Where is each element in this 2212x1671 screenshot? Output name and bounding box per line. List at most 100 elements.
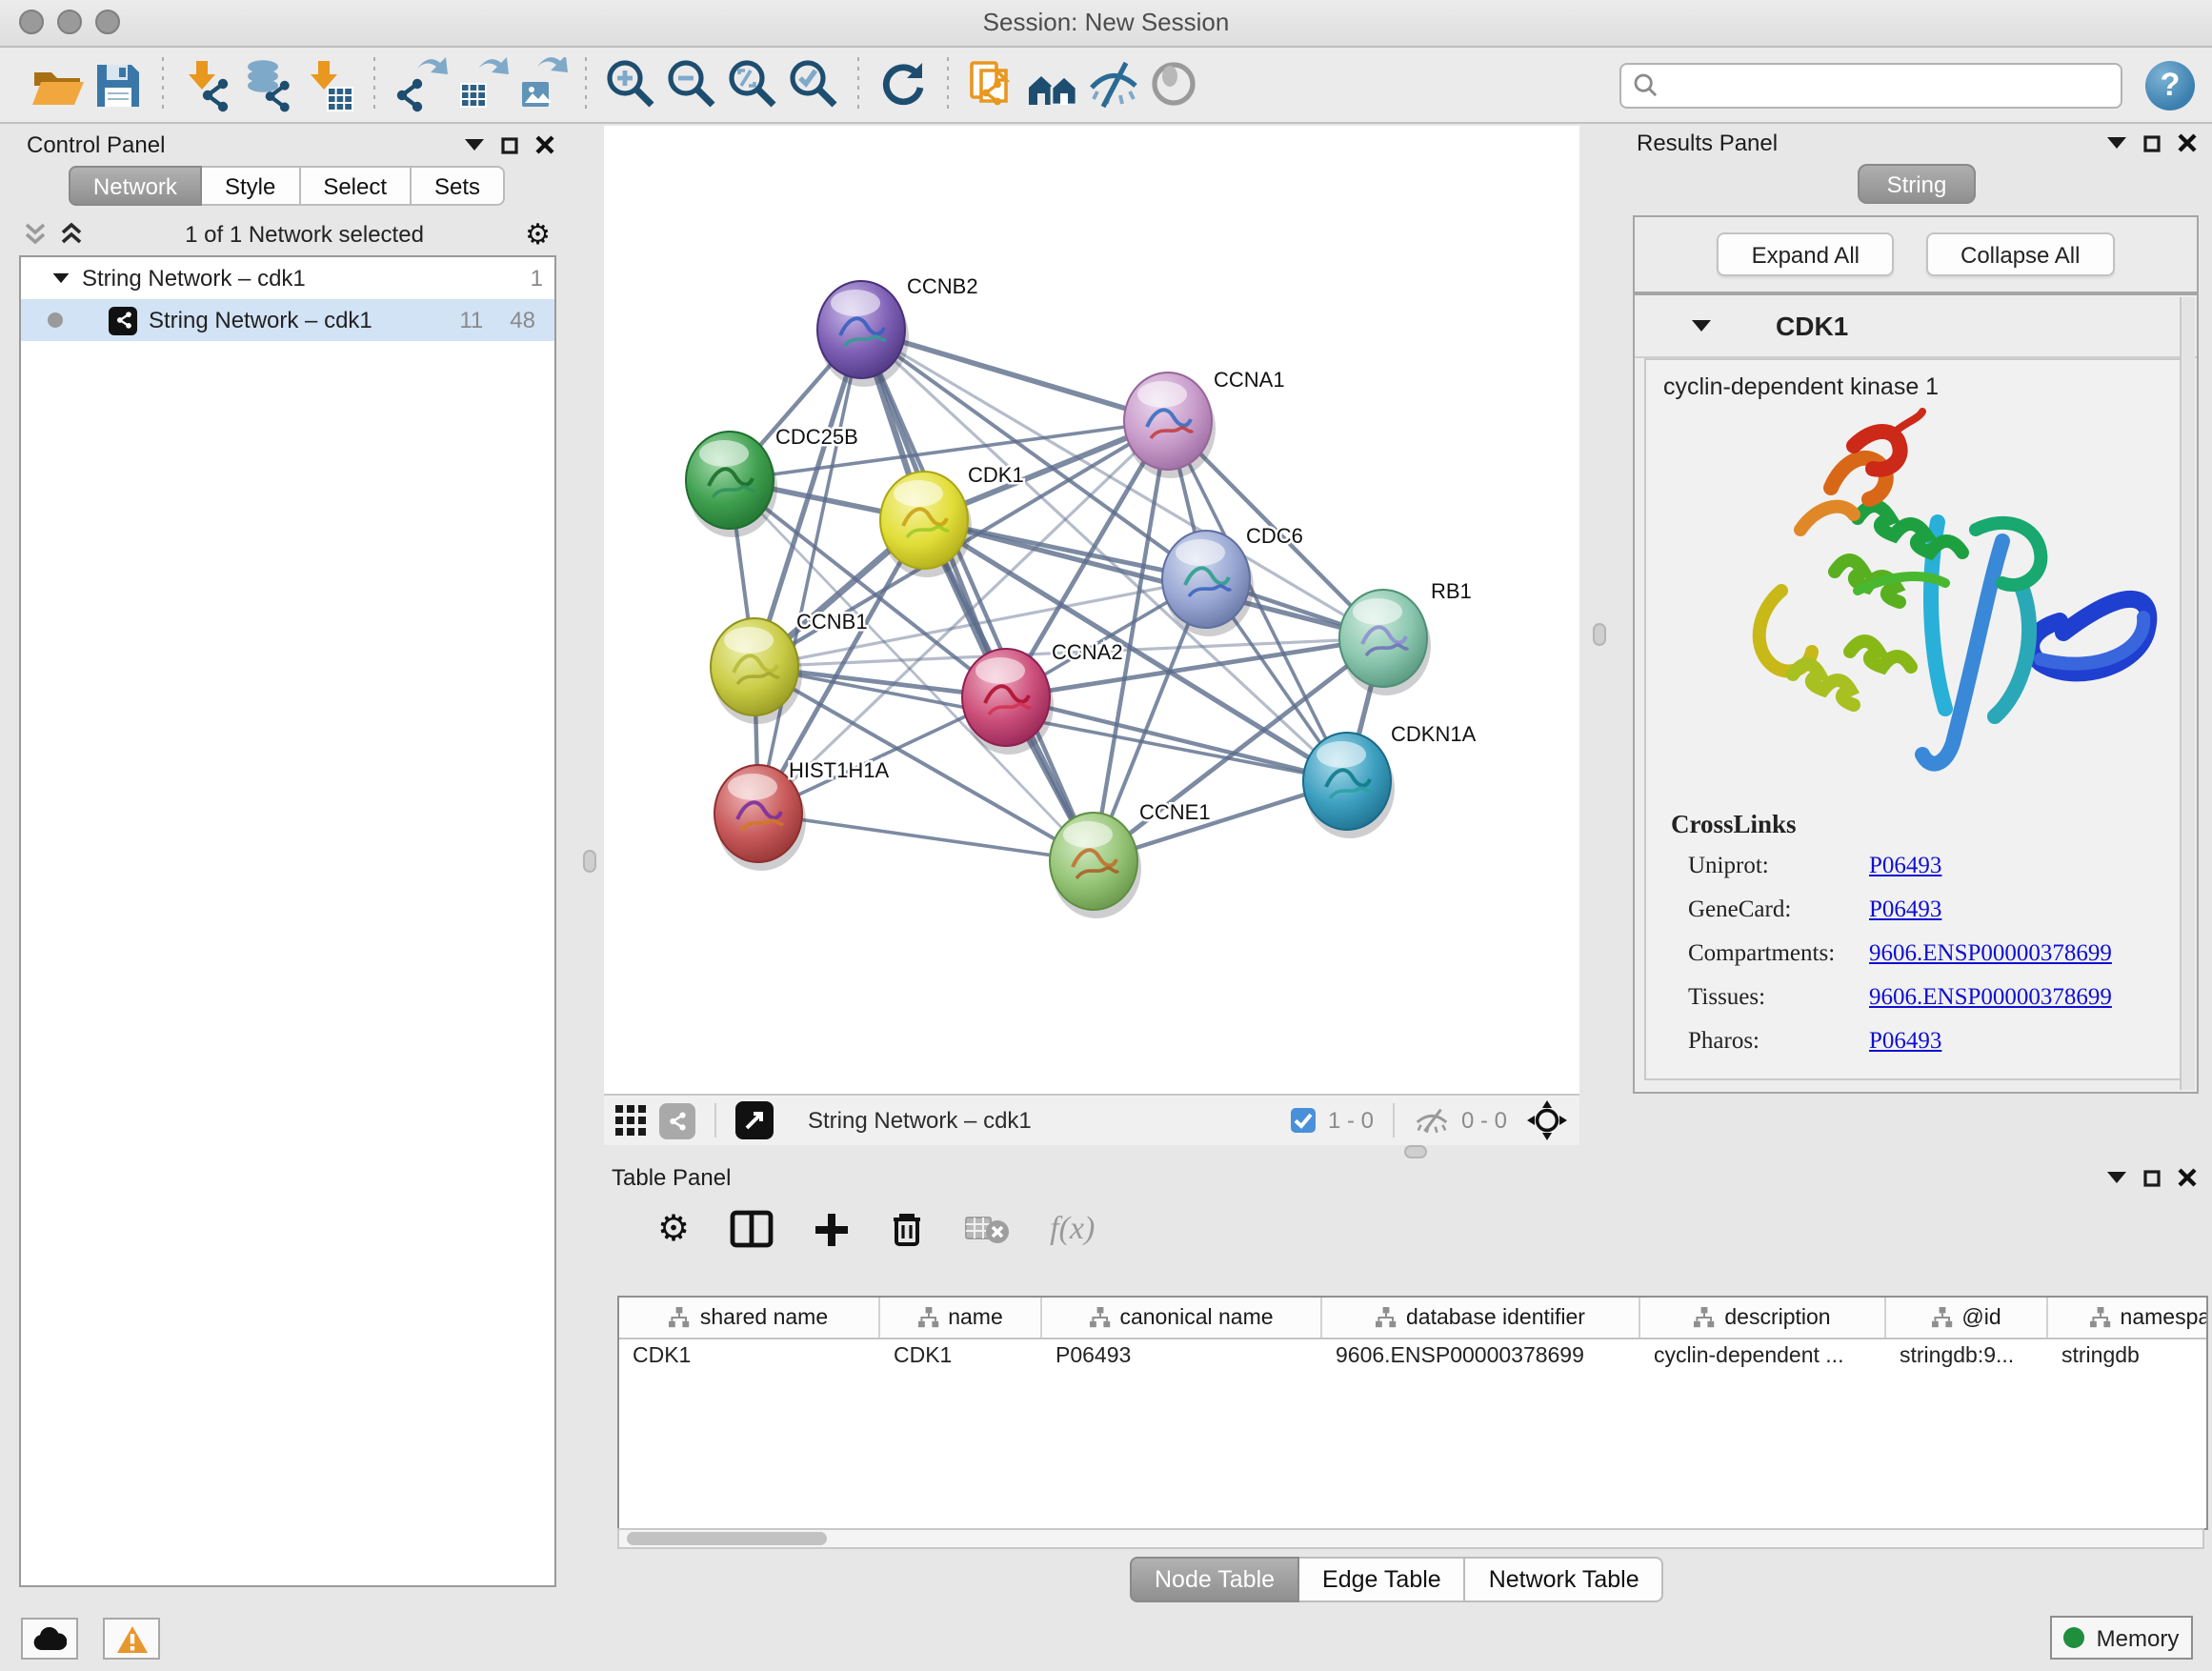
- node-label: CDK1: [968, 463, 1024, 487]
- show-columns-icon[interactable]: [730, 1210, 774, 1248]
- tab-style[interactable]: Style: [202, 166, 300, 206]
- network-tree-root[interactable]: String Network – cdk1 1: [21, 257, 554, 299]
- column-header-databaseidentifier[interactable]: database identifier: [1322, 1298, 1640, 1338]
- open-session-icon: [29, 56, 86, 113]
- table-horizontal-scrollbar[interactable]: [617, 1528, 2204, 1549]
- import-network-database-button[interactable]: [238, 54, 299, 115]
- network-node-cdk1[interactable]: [880, 472, 972, 577]
- zoom-in-button[interactable]: [600, 54, 661, 115]
- table-row[interactable]: CDK1CDK1P064939606.ENSP00000378699cyclin…: [619, 1339, 2206, 1378]
- collapse-all-button[interactable]: Collapse All: [1926, 232, 2114, 276]
- import-network-database-icon: [240, 56, 297, 113]
- open-in-window-icon[interactable]: [735, 1101, 774, 1139]
- network-canvas[interactable]: CCNB2 CCNA1 CDC25B CDK1 CDC6 RB1 CCNB1: [604, 126, 1579, 1094]
- crosslink-value-link[interactable]: P06493: [1869, 1027, 1941, 1056]
- network-node-cdc25b[interactable]: [686, 432, 777, 537]
- string-network-icon: [109, 306, 137, 334]
- string-view-icon[interactable]: [659, 1102, 695, 1138]
- help-button[interactable]: ?: [2145, 60, 2195, 110]
- float-panel-icon[interactable]: [2143, 1169, 2161, 1186]
- network-node-ccne1[interactable]: [1050, 813, 1141, 918]
- close-panel-icon[interactable]: [535, 135, 554, 154]
- add-column-icon[interactable]: [814, 1211, 850, 1247]
- search-field[interactable]: [1619, 62, 2122, 108]
- node-label: CCNE1: [1139, 800, 1211, 824]
- expand-all-button[interactable]: Expand All: [1718, 232, 1894, 276]
- network-options-gear-icon[interactable]: ⚙: [525, 220, 551, 249]
- zoom-out-button[interactable]: [661, 54, 722, 115]
- cloud-sync-button[interactable]: [21, 1618, 78, 1660]
- search-input[interactable]: [1665, 70, 2109, 100]
- first-neighbors-button[interactable]: [1023, 54, 1084, 115]
- birds-eye-view-icon[interactable]: [1526, 1099, 1568, 1141]
- grid-view-icon[interactable]: [615, 1104, 648, 1137]
- toggle-details-button[interactable]: [1145, 54, 1206, 115]
- table-options-gear-icon[interactable]: ⚙: [657, 1211, 690, 1247]
- export-network-button[interactable]: [389, 54, 450, 115]
- panel-menu-icon[interactable]: [2107, 1172, 2126, 1183]
- network-tree-item[interactable]: String Network – cdk1 11 48: [21, 299, 554, 341]
- zoom-selected-button[interactable]: [783, 54, 844, 115]
- network-node-cdkn1a[interactable]: [1303, 733, 1395, 838]
- float-panel-icon[interactable]: [501, 136, 518, 153]
- close-panel-icon[interactable]: [2178, 1168, 2197, 1187]
- export-table-button[interactable]: [450, 54, 511, 115]
- tree-expand-icon[interactable]: [53, 273, 70, 283]
- selected-checkbox-icon[interactable]: [1290, 1107, 1317, 1134]
- delete-table-icon[interactable]: [964, 1214, 1010, 1244]
- crosslink-label: Pharos:: [1646, 1027, 1869, 1056]
- crosslink-value-link[interactable]: P06493: [1869, 896, 1941, 924]
- close-panel-icon[interactable]: [2178, 133, 2197, 152]
- collapse-protein-icon[interactable]: [1692, 320, 1711, 332]
- column-header-canonicalname[interactable]: canonical name: [1042, 1298, 1322, 1338]
- collapse-all-icon[interactable]: [23, 221, 48, 248]
- search-icon: [1633, 72, 1658, 97]
- zoom-fit-button[interactable]: [722, 54, 783, 115]
- tab-node-table[interactable]: Node Table: [1130, 1557, 1299, 1602]
- column-header-name[interactable]: name: [880, 1298, 1042, 1338]
- node-table[interactable]: shared namenamecanonical namedatabase id…: [617, 1296, 2208, 1530]
- network-node-ccna1[interactable]: [1124, 372, 1216, 478]
- show-hide-graphics-button[interactable]: [1084, 54, 1145, 115]
- splitter-handle[interactable]: [1593, 623, 1606, 646]
- save-session-button[interactable]: [88, 54, 149, 115]
- tab-sets[interactable]: Sets: [412, 166, 505, 206]
- splitter-handle[interactable]: [1404, 1145, 1427, 1158]
- tab-network-table[interactable]: Network Table: [1466, 1557, 1664, 1602]
- column-header-id[interactable]: @id: [1886, 1298, 2048, 1338]
- panel-menu-icon[interactable]: [465, 139, 484, 151]
- results-scrollbar[interactable]: [2180, 297, 2195, 1090]
- column-header-namespace[interactable]: namespace: [2048, 1298, 2208, 1338]
- crosslink-value-link[interactable]: 9606.ENSP00000378699: [1869, 939, 2112, 968]
- scrollbar-thumb[interactable]: [627, 1532, 827, 1545]
- clone-network-button[interactable]: [962, 54, 1023, 115]
- tab-string[interactable]: String: [1858, 164, 1976, 204]
- refresh-view-button[interactable]: [873, 54, 934, 115]
- network-node-rb1[interactable]: [1339, 590, 1431, 695]
- node-label: CCNA2: [1052, 640, 1123, 664]
- export-image-icon: [513, 56, 570, 113]
- column-header-description[interactable]: description: [1640, 1298, 1886, 1338]
- panel-menu-icon[interactable]: [2107, 137, 2126, 149]
- tab-select[interactable]: Select: [300, 166, 412, 206]
- warnings-button[interactable]: [103, 1618, 160, 1660]
- crosslink-value-link[interactable]: P06493: [1869, 852, 1941, 880]
- export-image-button[interactable]: [511, 54, 572, 115]
- node-label: CDC25B: [775, 425, 858, 449]
- import-network-file-button[interactable]: [177, 54, 238, 115]
- function-builder-icon[interactable]: f(x): [1050, 1210, 1095, 1248]
- network-node-ccnb2[interactable]: [817, 281, 909, 387]
- tab-edge-table[interactable]: Edge Table: [1299, 1557, 1466, 1602]
- tab-network[interactable]: Network: [69, 166, 202, 206]
- crosslink-value-link[interactable]: 9606.ENSP00000378699: [1869, 983, 2112, 1012]
- clone-network-icon: [964, 56, 1021, 113]
- open-session-button[interactable]: [27, 54, 88, 115]
- memory-button[interactable]: Memory: [2050, 1616, 2193, 1660]
- expand-all-icon[interactable]: [59, 221, 84, 248]
- float-panel-icon[interactable]: [2143, 134, 2161, 151]
- splitter-handle[interactable]: [583, 850, 596, 873]
- import-table-file-button[interactable]: [299, 54, 360, 115]
- zoom-in-icon: [602, 56, 659, 113]
- column-header-sharedname[interactable]: shared name: [619, 1298, 880, 1338]
- delete-column-icon[interactable]: [890, 1210, 924, 1248]
